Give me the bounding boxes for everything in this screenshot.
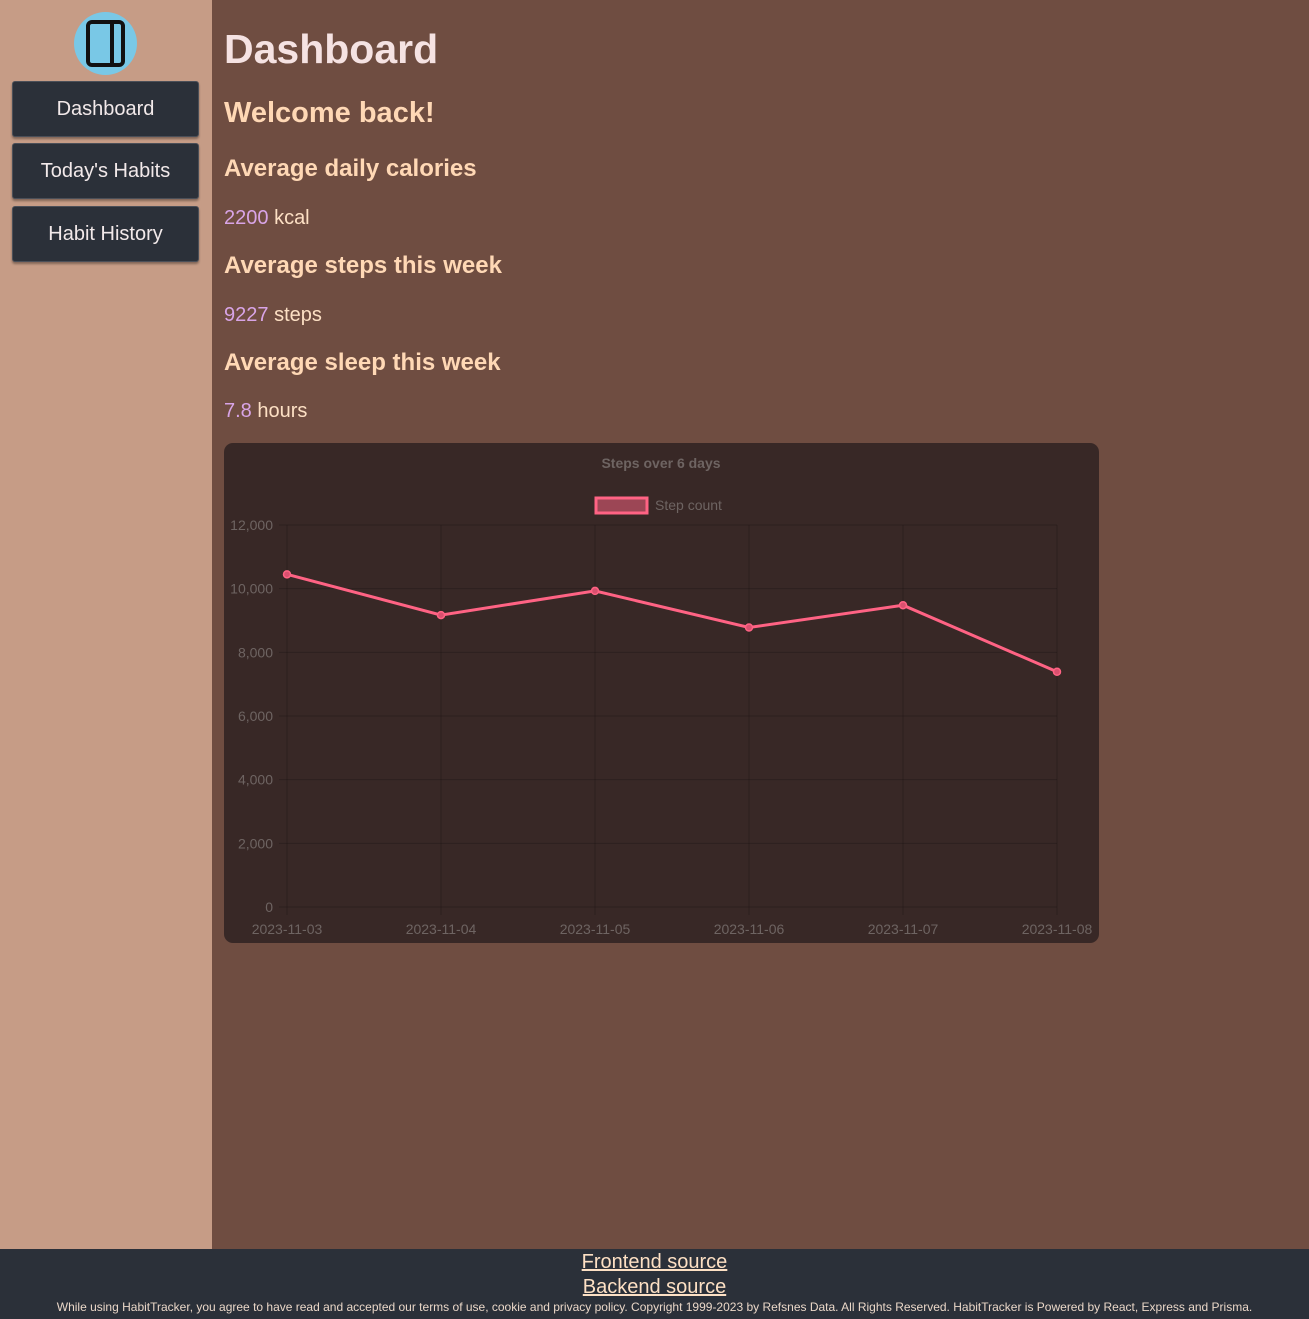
sleep-unit: hours: [257, 400, 308, 422]
steps-chart-svg: 0 2,000 4,000 6,000 8,000 10,000 12,000 2023-11…: [230, 455, 1093, 937]
calories-value: 2200: [224, 207, 269, 229]
x-tick-label: 2023-11-04: [406, 921, 477, 937]
x-tick-label: 2023-11-07: [868, 921, 939, 937]
calories-heading: Average daily calories: [224, 155, 477, 182]
data-point: [1052, 667, 1062, 677]
x-tick-label: 2023-11-05: [560, 921, 631, 937]
calories-stat: 2200 kcal: [224, 207, 310, 230]
x-tick-label: 2023-11-03: [252, 921, 323, 937]
backend-source-link[interactable]: Backend source: [0, 1276, 1309, 1299]
frontend-source-link[interactable]: Frontend source: [0, 1251, 1309, 1274]
footer: Frontend source Backend source While usi…: [0, 1249, 1309, 1319]
sidebar-item-habit-history[interactable]: Habit History: [12, 206, 199, 262]
legend-label: Step count: [655, 497, 722, 513]
sidebar-item-dashboard[interactable]: Dashboard: [12, 81, 199, 137]
y-tick-label: 6,000: [238, 708, 273, 724]
y-tick-label: 12,000: [230, 517, 273, 533]
calories-unit: kcal: [274, 207, 310, 229]
legend-swatch: [594, 496, 649, 515]
y-tick-label: 8,000: [238, 644, 273, 660]
y-tick-label: 2,000: [238, 835, 273, 851]
x-tick-label: 2023-11-08: [1022, 921, 1093, 937]
steps-heading: Average steps this week: [224, 252, 502, 279]
x-tick-label: 2023-11-06: [714, 921, 785, 937]
data-point: [282, 570, 292, 579]
data-point: [898, 600, 908, 610]
sleep-heading: Average sleep this week: [224, 349, 501, 376]
data-point: [744, 623, 754, 632]
steps-stat: 9227 steps: [224, 304, 322, 327]
y-tick-label: 0: [265, 899, 273, 915]
sidebar: Dashboard Today's Habits Habit History: [0, 0, 212, 1249]
data-point: [436, 610, 446, 620]
data-point: [590, 586, 600, 596]
sleep-value: 7.8: [224, 400, 252, 422]
steps-unit: steps: [274, 304, 322, 326]
y-tick-label: 4,000: [238, 772, 273, 788]
chart-title: Steps over 6 days: [601, 455, 720, 471]
notebook-icon[interactable]: [74, 12, 137, 75]
sidebar-item-todays-habits[interactable]: Today's Habits: [12, 143, 199, 199]
welcome-heading: Welcome back!: [224, 97, 435, 129]
y-tick-label: 10,000: [230, 581, 273, 597]
steps-chart: 0 2,000 4,000 6,000 8,000 10,000 12,000 2023-11…: [224, 443, 1099, 943]
legal-notice: While using HabitTracker, you agree to h…: [56, 1300, 1253, 1314]
sleep-stat: 7.8 hours: [224, 400, 307, 423]
page-title: Dashboard: [224, 26, 439, 72]
steps-value: 9227: [224, 304, 269, 326]
